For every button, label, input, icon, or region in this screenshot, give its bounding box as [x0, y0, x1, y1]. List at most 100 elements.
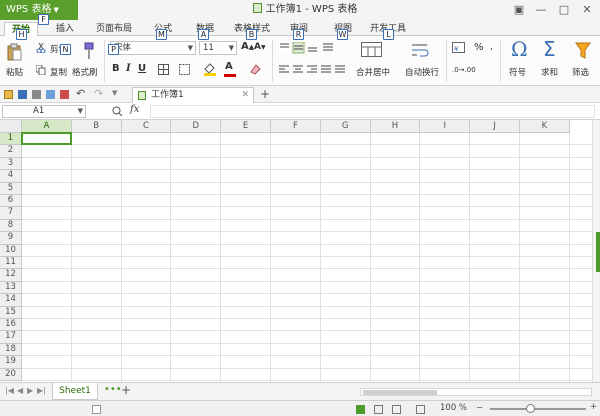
- tab-page-layout[interactable]: 页面布局: [94, 22, 134, 36]
- shrink-font-icon[interactable]: A▼: [254, 42, 266, 52]
- symbol-icon[interactable]: Ω: [511, 37, 528, 61]
- vertical-scrollbar[interactable]: [592, 120, 600, 382]
- sum-icon[interactable]: Σ: [543, 37, 556, 61]
- export-pdf-icon[interactable]: [60, 90, 69, 99]
- borders-icon[interactable]: [158, 64, 170, 75]
- save-icon[interactable]: [18, 90, 27, 99]
- copy-icon[interactable]: [36, 65, 46, 75]
- new-tab-button[interactable]: +: [260, 86, 270, 102]
- row-header-11[interactable]: 11: [0, 257, 22, 270]
- maximize-icon[interactable]: □: [553, 0, 575, 20]
- align-center-icon[interactable]: [293, 65, 303, 73]
- vertical-scroll-thumb[interactable]: [596, 232, 600, 272]
- row-header-8[interactable]: 8: [0, 219, 22, 233]
- column-header-e[interactable]: E: [221, 120, 271, 133]
- row-header-7[interactable]: 7: [0, 207, 22, 220]
- print-preview-icon[interactable]: [46, 90, 55, 99]
- align-left-icon[interactable]: [279, 65, 289, 73]
- row-header-15[interactable]: 15: [0, 306, 22, 319]
- more-sheets-icon[interactable]: •••: [104, 384, 122, 395]
- sum-label[interactable]: 求和: [541, 66, 558, 78]
- formula-input[interactable]: [150, 105, 595, 118]
- bold-icon[interactable]: B: [112, 63, 120, 74]
- column-header-i[interactable]: I: [420, 120, 471, 133]
- first-sheet-icon[interactable]: |◀: [5, 386, 14, 395]
- format-painter-icon[interactable]: [80, 42, 96, 60]
- column-header-h[interactable]: H: [370, 120, 421, 133]
- font-color-icon[interactable]: A: [225, 61, 233, 72]
- merge-center-icon[interactable]: [361, 42, 383, 58]
- row-header-13[interactable]: 13: [0, 281, 22, 295]
- paste-icon[interactable]: [6, 43, 22, 61]
- row-header-6[interactable]: 6: [0, 195, 22, 208]
- horizontal-scrollbar[interactable]: [360, 388, 592, 396]
- merge-center-label[interactable]: 合并居中: [356, 66, 390, 78]
- sheet-tab[interactable]: Sheet1: [52, 383, 98, 400]
- normal-view-icon[interactable]: [356, 405, 365, 414]
- customize-toolbar-icon[interactable]: ▼: [112, 89, 117, 97]
- row-header-1[interactable]: 1: [0, 133, 22, 146]
- fill-color-icon[interactable]: [203, 62, 217, 76]
- align-bottom-icon[interactable]: [308, 47, 317, 52]
- filter-label[interactable]: 筛选: [572, 66, 589, 78]
- wrap-text-icon[interactable]: [411, 42, 429, 58]
- add-sheet-button[interactable]: +: [121, 383, 131, 397]
- grow-font-icon[interactable]: A▲: [241, 41, 254, 52]
- zoom-search-icon[interactable]: [112, 106, 123, 117]
- row-header-17[interactable]: 17: [0, 331, 22, 344]
- align-top-icon[interactable]: [279, 42, 290, 53]
- column-header-k[interactable]: K: [520, 120, 570, 133]
- thousands-separator-icon[interactable]: ,: [490, 42, 493, 52]
- active-cell-selection[interactable]: [21, 132, 72, 146]
- page-layout-view-icon[interactable]: [392, 405, 401, 414]
- copy-label[interactable]: 复制: [50, 66, 67, 78]
- zoom-slider[interactable]: [490, 404, 586, 413]
- minimize-icon[interactable]: —: [530, 0, 552, 20]
- insert-function-button[interactable]: fx: [130, 104, 139, 115]
- row-header-14[interactable]: 14: [0, 294, 22, 307]
- row-header-10[interactable]: 10: [0, 244, 22, 257]
- column-header-f[interactable]: F: [271, 120, 321, 133]
- wrap-text-label[interactable]: 自动换行: [405, 66, 439, 78]
- percent-format[interactable]: %: [474, 42, 484, 53]
- row-header-5[interactable]: 5: [0, 182, 22, 195]
- document-tab[interactable]: 工作簿1 ✕: [132, 87, 254, 103]
- row-header-19[interactable]: 19: [0, 356, 22, 369]
- cut-icon[interactable]: [36, 43, 46, 53]
- row-header-3[interactable]: 3: [0, 157, 22, 171]
- page-status-icon[interactable]: [92, 405, 101, 414]
- row-header-20[interactable]: 20: [0, 368, 22, 381]
- name-box[interactable]: A1 ▼: [2, 105, 86, 118]
- row-header-18[interactable]: 18: [0, 343, 22, 357]
- column-header-d[interactable]: D: [171, 120, 222, 133]
- underline-icon[interactable]: U: [138, 63, 146, 74]
- tab-insert[interactable]: 插入: [52, 22, 78, 36]
- close-icon[interactable]: ✕: [576, 0, 598, 20]
- row-header-16[interactable]: 16: [0, 319, 22, 332]
- skin-icon[interactable]: ▣: [508, 0, 530, 20]
- undo-icon[interactable]: ↶: [76, 87, 85, 100]
- horizontal-scroll-thumb[interactable]: [363, 390, 437, 395]
- distributed-icon[interactable]: [335, 65, 345, 73]
- redo-icon[interactable]: ↷: [94, 87, 103, 100]
- number-format-icon[interactable]: ¥: [452, 42, 466, 54]
- column-header-b[interactable]: B: [71, 120, 122, 133]
- justify-icon[interactable]: [321, 65, 331, 73]
- column-header-g[interactable]: G: [320, 120, 371, 133]
- reading-mode-icon[interactable]: [416, 405, 425, 414]
- page-break-view-icon[interactable]: [374, 405, 383, 414]
- column-header-j[interactable]: J: [470, 120, 520, 133]
- font-name-select[interactable]: 宋体 ▼: [110, 41, 196, 55]
- paste-label[interactable]: 粘贴: [6, 66, 23, 78]
- zoom-out-icon[interactable]: −: [476, 403, 483, 413]
- merge-cells-icon[interactable]: [179, 64, 191, 75]
- open-icon[interactable]: [4, 90, 13, 99]
- filter-icon[interactable]: [575, 42, 591, 60]
- print-icon[interactable]: [32, 90, 41, 99]
- zoom-slider-handle[interactable]: [526, 404, 535, 413]
- row-header-9[interactable]: 9: [0, 232, 22, 245]
- zoom-level[interactable]: 100 %: [440, 403, 467, 413]
- clear-format-icon[interactable]: [249, 63, 261, 75]
- italic-icon[interactable]: I: [126, 63, 131, 74]
- row-header-12[interactable]: 12: [0, 269, 22, 282]
